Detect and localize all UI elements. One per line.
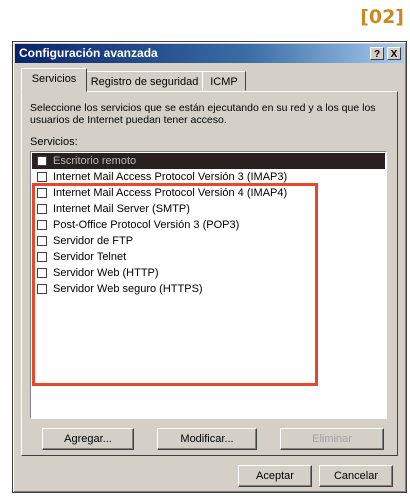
window-title: Configuración avanzada	[19, 46, 158, 60]
add-button[interactable]: Agregar...	[42, 428, 134, 450]
help-button[interactable]: ?	[370, 47, 384, 60]
title-bar[interactable]: Configuración avanzada ? X	[15, 44, 404, 63]
highlight-frame	[32, 183, 318, 386]
service-checkbox[interactable]	[37, 172, 47, 182]
tab-servicios[interactable]: Servicios	[21, 68, 87, 92]
modify-button[interactable]: Modificar...	[157, 428, 257, 450]
ok-button[interactable]: Aceptar	[238, 465, 312, 487]
delete-button[interactable]: Eliminar	[280, 428, 384, 450]
service-checkbox[interactable]	[37, 156, 47, 166]
service-item-escritorio-remoto[interactable]: Escritorio remoto	[32, 153, 385, 169]
close-button[interactable]: X	[387, 47, 401, 60]
tab-icmp[interactable]: ICMP	[202, 71, 246, 91]
services-list-label: Servicios:	[30, 136, 78, 148]
advanced-settings-dialog: Configuración avanzada ? X Servicios Reg…	[12, 41, 407, 493]
services-description: Seleccione los servicios que se están ej…	[30, 102, 376, 126]
tab-registro-seguridad[interactable]: Registro de seguridad	[86, 71, 203, 91]
cancel-button[interactable]: Cancelar	[319, 465, 393, 487]
figure-caption: [02]	[360, 6, 404, 28]
service-label: Escritorio remoto	[53, 155, 137, 167]
